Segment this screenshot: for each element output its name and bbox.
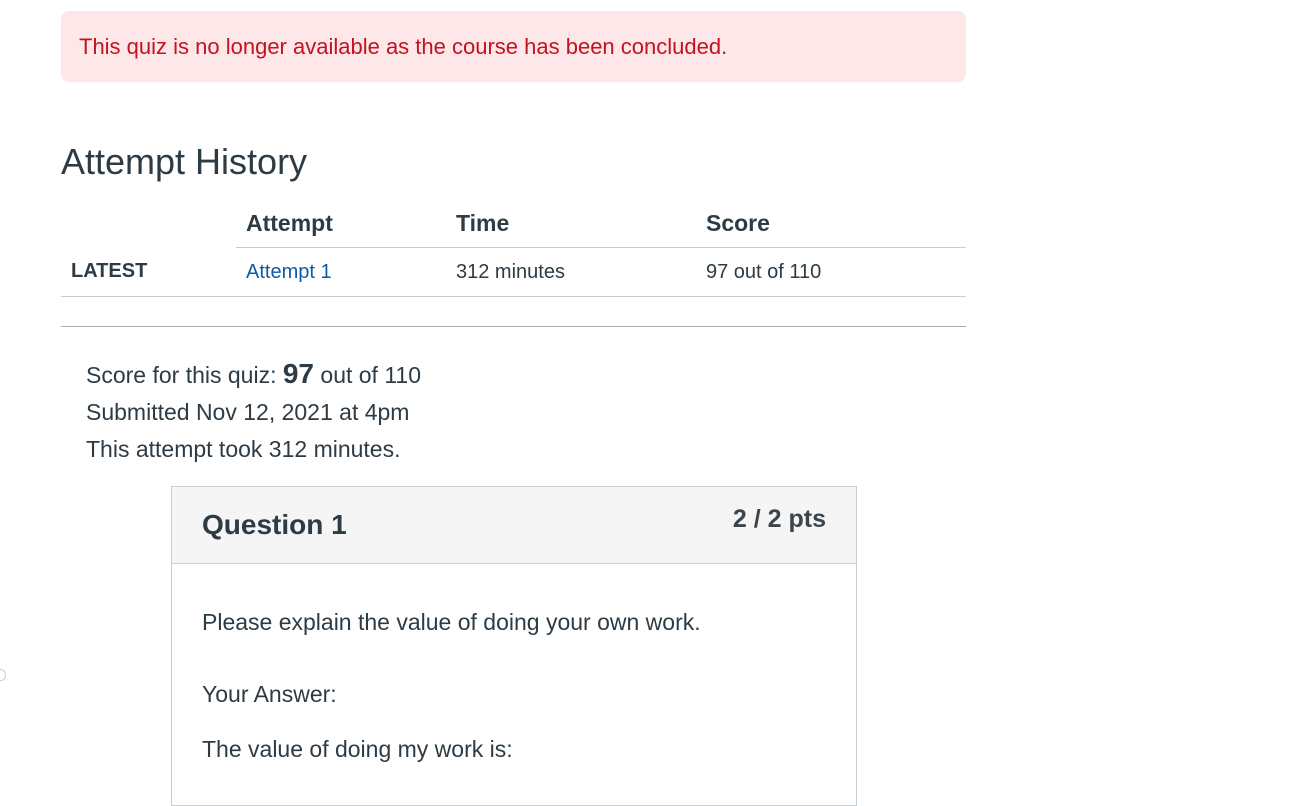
quiz-summary: Score for this quiz: 97 out of 110 Submi…: [86, 355, 421, 468]
scroll-handle[interactable]: [0, 669, 6, 681]
question-header: Question 1 2 / 2 pts: [172, 487, 856, 564]
latest-badge: LATEST: [61, 247, 236, 297]
question-title: Question 1: [202, 509, 347, 540]
score-cell: 97 out of 110: [696, 247, 966, 297]
submitted-text: Submitted Nov 12, 2021 at 4pm: [86, 399, 410, 425]
attempt-history-table: Attempt Time Score LATEST Attempt 1 312 …: [61, 200, 966, 297]
column-header-time: Time: [446, 200, 696, 248]
course-concluded-alert: This quiz is no longer available as the …: [61, 11, 966, 82]
attempt-cell: Attempt 1: [236, 247, 446, 297]
column-header-attempt: Attempt: [236, 200, 446, 248]
column-header-score: Score: [696, 200, 966, 248]
time-cell: 312 minutes: [446, 247, 696, 297]
column-header-badge: [61, 200, 236, 248]
question-points: 2 / 2 pts: [732, 505, 826, 533]
table-header-row: Attempt Time Score: [61, 200, 966, 248]
attempt-1-link[interactable]: Attempt 1: [246, 261, 332, 283]
score-line: Score for this quiz: 97 out of 110: [86, 355, 421, 394]
score-suffix: out of 110: [320, 362, 422, 388]
table-row: LATEST Attempt 1 312 minutes 97 out of 1…: [61, 247, 966, 297]
question-card: Question 1 2 / 2 pts Please explain the …: [171, 486, 857, 806]
alert-message: This quiz is no longer available as the …: [79, 33, 728, 59]
page-title: Attempt History: [61, 141, 308, 182]
your-answer-label: Your Answer:: [202, 681, 337, 707]
answer-text: The value of doing my work is:: [202, 736, 513, 762]
duration-text: This attempt took 312 minutes.: [86, 436, 401, 462]
section-divider: [61, 326, 966, 327]
score-label: Score for this quiz:: [86, 362, 277, 388]
question-text: Please explain the value of doing your o…: [202, 609, 701, 635]
score-value: 97: [282, 358, 315, 389]
